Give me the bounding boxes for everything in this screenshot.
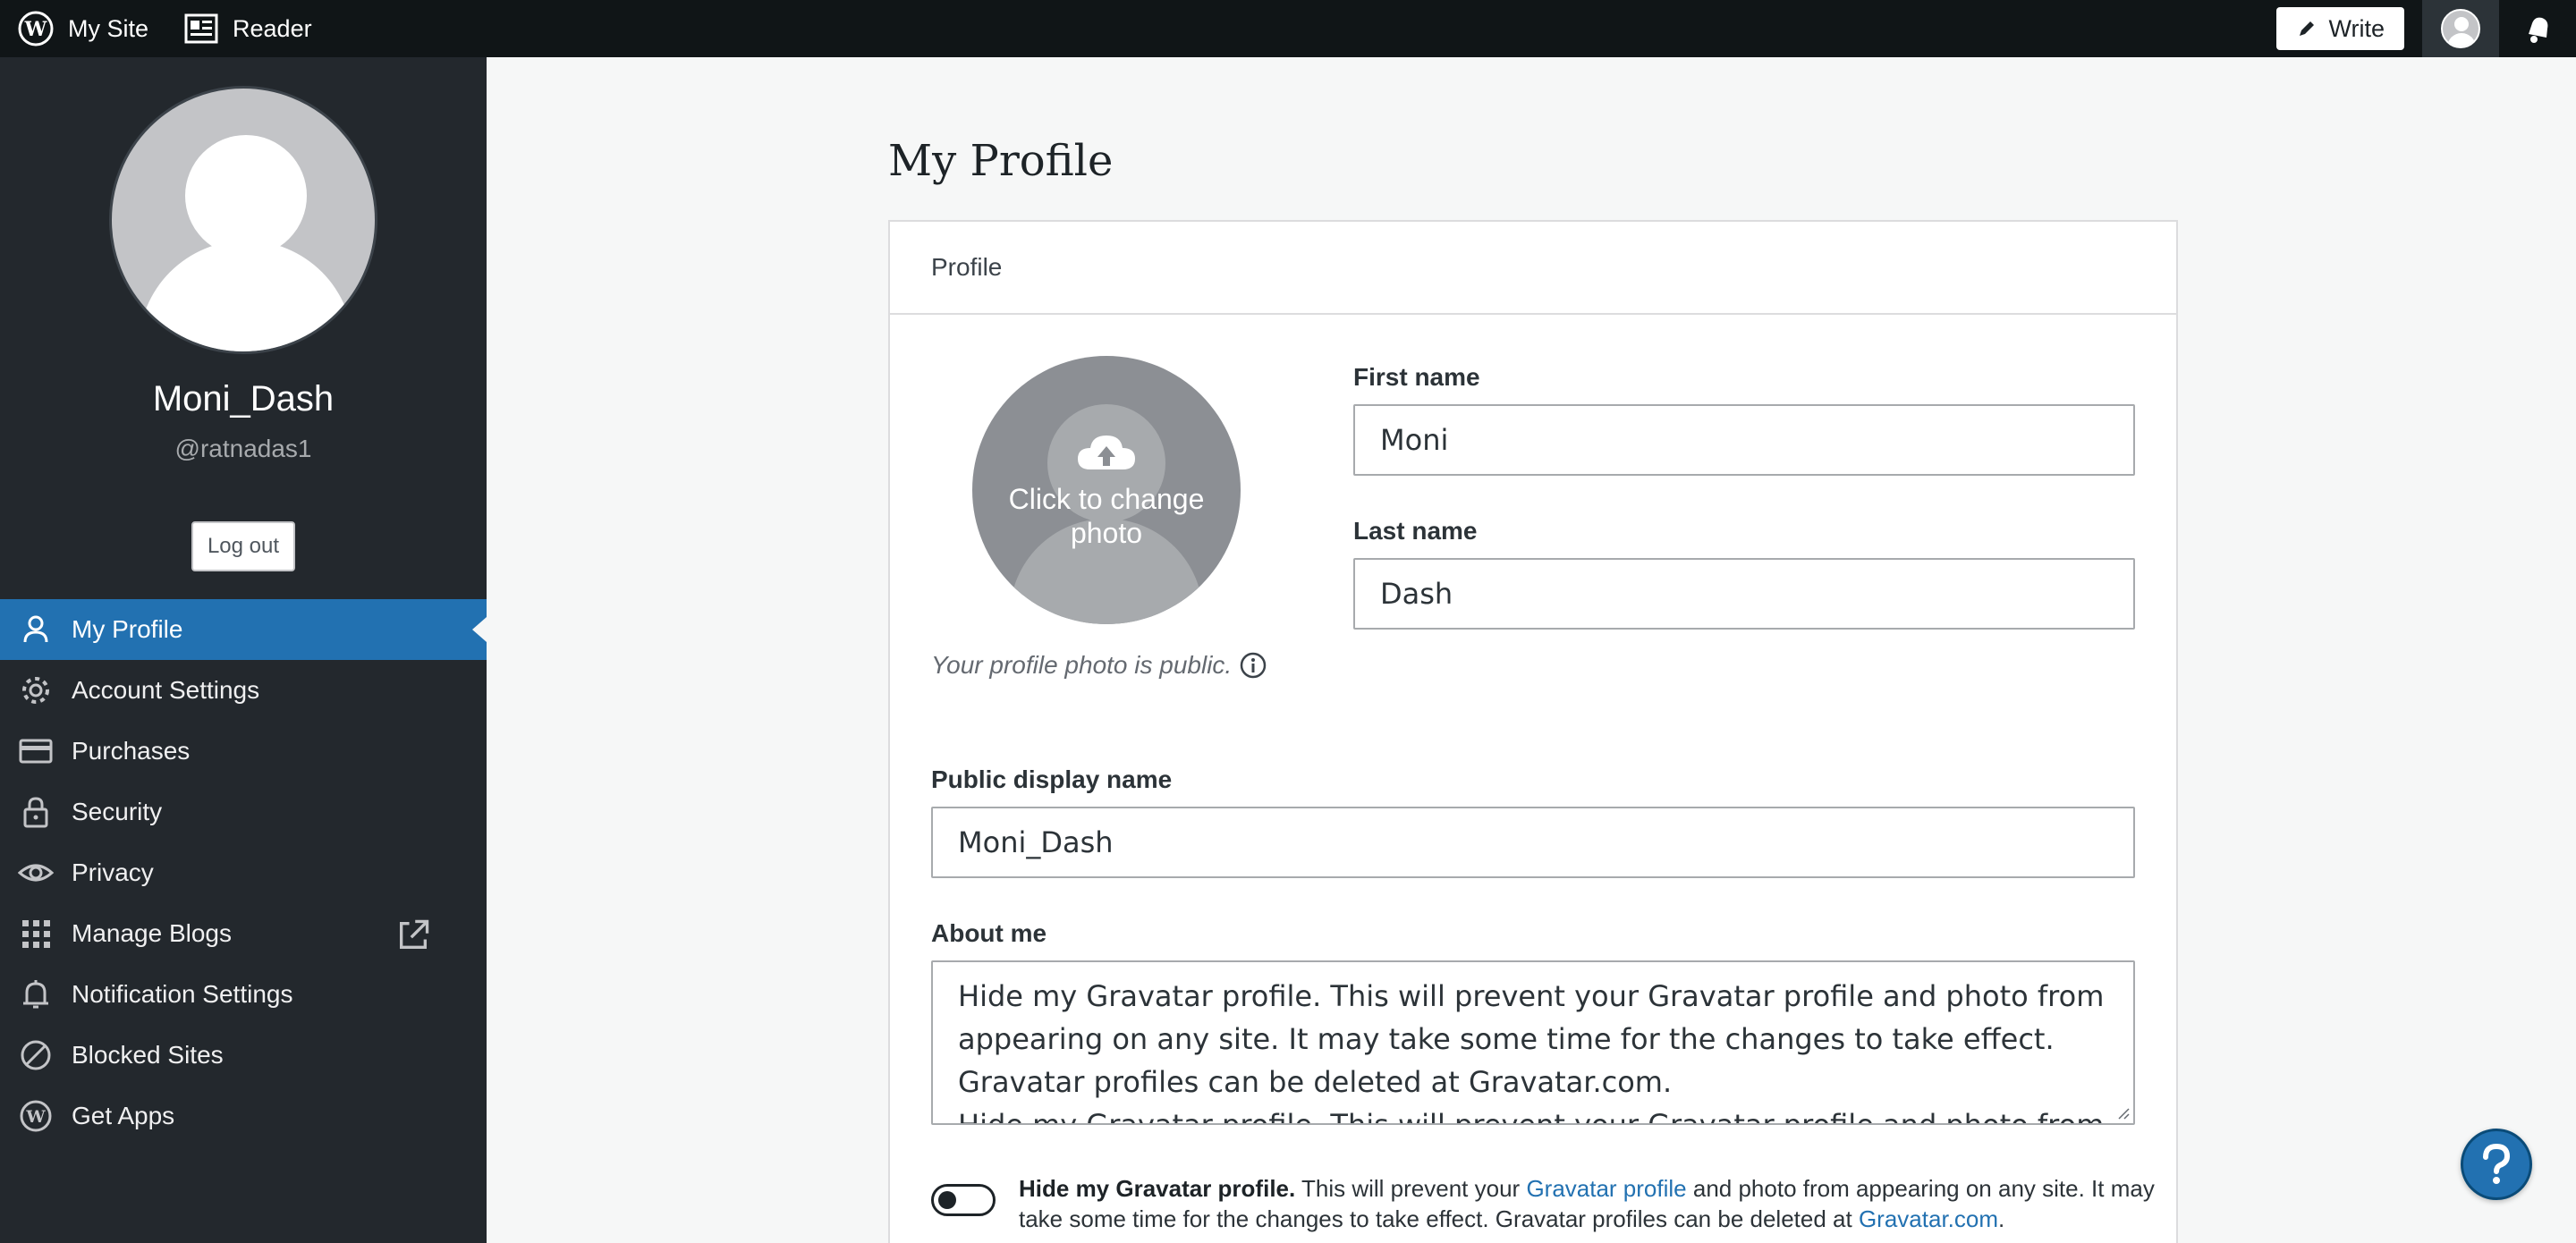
write-button[interactable]: Write	[2276, 7, 2404, 50]
gravatar-com-link[interactable]: Gravatar.com	[1859, 1205, 1998, 1232]
hide-gravatar-toggle[interactable]	[931, 1184, 996, 1216]
first-name-label: First name	[1353, 363, 1480, 391]
profile-avatar	[109, 86, 377, 354]
cloud-upload-icon	[1078, 435, 1135, 469]
first-name-input[interactable]: Moni	[1353, 404, 2135, 476]
toggle-text-1: This will prevent your	[1301, 1175, 1521, 1202]
last-name-label: Last name	[1353, 517, 1478, 545]
svg-text:W: W	[25, 1107, 46, 1127]
last-name-input[interactable]: Dash	[1353, 558, 2135, 630]
pencil-icon	[2300, 21, 2315, 36]
reader-button[interactable]: Reader	[166, 0, 330, 57]
sidebar-item-label: Purchases	[72, 737, 191, 765]
gravatar-profile-link[interactable]: Gravatar profile	[1526, 1175, 1686, 1202]
sidebar-item-label: Account Settings	[72, 676, 260, 704]
sidebar-item-purchases[interactable]: Purchases	[0, 721, 487, 782]
wordpress-icon: W	[20, 1100, 52, 1132]
sidebar-item-blocked-sites[interactable]: Blocked Sites	[0, 1025, 487, 1086]
hide-gravatar-description: Hide my Gravatar profile. This will prev…	[1019, 1173, 2164, 1234]
svg-text:W: W	[24, 18, 47, 41]
wordpress-icon: W	[18, 11, 54, 47]
logout-button[interactable]: Log out	[191, 521, 295, 571]
sidebar-item-label: My Profile	[72, 615, 183, 643]
eye-icon	[18, 864, 54, 882]
display-name-label: Public display name	[931, 765, 1173, 793]
sidebar-item-my-profile[interactable]: My Profile	[0, 599, 487, 660]
toggle-bold-text: Hide my Gravatar profile.	[1019, 1175, 1296, 1202]
sidebar-item-label: Notification Settings	[72, 980, 293, 1008]
masterbar: W My Site Reader Write	[0, 0, 2576, 57]
user-avatar-button[interactable]	[2422, 0, 2499, 57]
photo-note-text: Your profile photo is public.	[931, 651, 1233, 679]
gear-icon	[22, 677, 49, 704]
sidebar-item-privacy[interactable]: Privacy	[0, 842, 487, 903]
my-site-button[interactable]: W My Site	[0, 0, 166, 57]
my-site-label: My Site	[68, 14, 149, 42]
about-me-textarea[interactable]: Hide my Gravatar profile. This will prev…	[931, 960, 2135, 1125]
photo-public-note: Your profile photo is public.	[931, 651, 1267, 680]
bell-icon	[23, 980, 48, 1009]
bell-icon	[2529, 17, 2548, 43]
person-icon	[23, 615, 48, 643]
sidebar-item-label: Blocked Sites	[72, 1041, 224, 1069]
sidebar-nav: My Profile Account Settings Purchases Se…	[0, 599, 487, 1146]
question-mark-icon	[2483, 1143, 2511, 1184]
user-display-name: Moni_Dash	[152, 379, 335, 419]
photo-overlay-label: Click to change photo	[1008, 483, 1205, 549]
avatar-icon	[2441, 9, 2480, 48]
reader-icon	[184, 13, 218, 44]
lock-icon	[23, 797, 48, 828]
resize-handle-icon[interactable]	[2115, 1105, 2130, 1120]
blocked-icon	[21, 1040, 51, 1070]
sidebar-item-security[interactable]: Security	[0, 782, 487, 842]
page-title: My Profile	[888, 136, 1114, 186]
user-handle: @ratnadas1	[174, 435, 312, 462]
sidebar-item-notification-settings[interactable]: Notification Settings	[0, 964, 487, 1025]
sidebar-item-get-apps[interactable]: W Get Apps	[0, 1086, 487, 1146]
sidebar: Moni_Dash @ratnadas1 Log out My Profile …	[0, 57, 487, 1243]
card-header: Profile	[890, 222, 2176, 315]
grid-icon	[22, 920, 50, 948]
sidebar-item-label: Manage Blogs	[72, 919, 233, 947]
profile-card: Profile Click to change photo Your profi…	[888, 220, 2178, 1243]
credit-card-icon	[19, 739, 53, 764]
sidebar-item-label: Privacy	[72, 858, 154, 886]
write-label: Write	[2328, 14, 2385, 42]
sidebar-item-manage-blogs[interactable]: Manage Blogs	[0, 903, 487, 964]
sidebar-item-account-settings[interactable]: Account Settings	[0, 660, 487, 721]
info-icon[interactable]	[1239, 651, 1267, 680]
display-name-input[interactable]: Moni_Dash	[931, 807, 2135, 878]
toggle-text-3: .	[1998, 1205, 2005, 1232]
help-button[interactable]	[2461, 1129, 2532, 1200]
about-me-text: Hide my Gravatar profile. This will prev…	[958, 979, 2105, 1125]
sidebar-item-label: Security	[72, 798, 163, 825]
external-link-icon	[400, 919, 429, 949]
change-photo-button[interactable]: Click to change photo	[972, 356, 1241, 624]
about-me-label: About me	[931, 919, 1047, 947]
sidebar-item-label: Get Apps	[72, 1102, 175, 1129]
reader-label: Reader	[233, 14, 312, 42]
notifications-button[interactable]	[2499, 0, 2576, 57]
